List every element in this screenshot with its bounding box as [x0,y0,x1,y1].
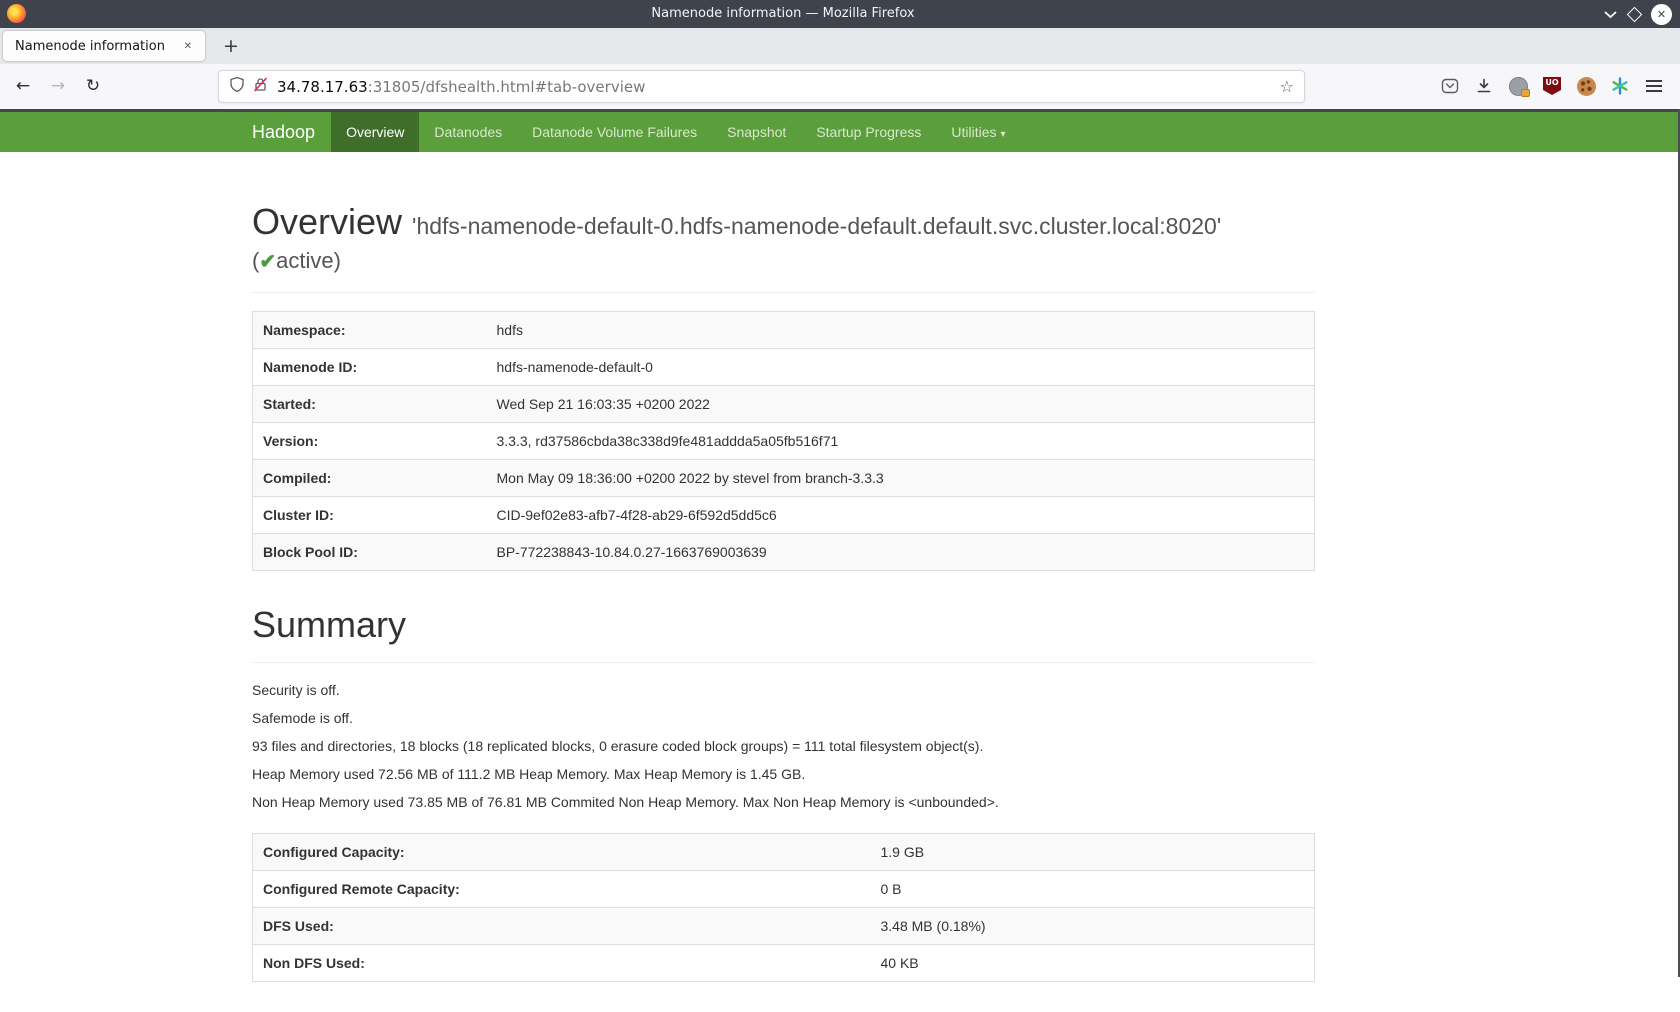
cookie-extension-icon[interactable] [1572,71,1600,101]
table-row: Namenode ID:hdfs-namenode-default-0 [253,348,1315,385]
url-text: 34.78.17.63:31805/dfshealth.html#tab-ove… [277,78,1280,96]
nav-tab-utilities[interactable]: Utilities▾ [936,112,1020,152]
summary-line: Security is off. [252,681,1315,699]
table-row: Cluster ID:CID-9ef02e83-afb7-4f28-ab29-6… [253,496,1315,533]
new-tab-button[interactable]: + [215,35,247,57]
table-row: Non DFS Used:40 KB [253,945,1315,982]
window-title: Namenode information — Mozilla Firefox [0,0,1566,28]
window-titlebar: Namenode information — Mozilla Firefox ✕ [0,0,1680,28]
nav-tab-startup-progress[interactable]: Startup Progress [801,112,936,152]
insecure-lock-icon[interactable] [253,76,268,97]
page-title: Overview 'hdfs-namenode-default-0.hdfs-n… [252,202,1315,242]
lock-badge-icon [1521,89,1530,97]
summary-text: Security is off. Safemode is off. 93 fil… [252,681,1315,811]
forward-button[interactable]: → [43,71,73,101]
table-row: Started:Wed Sep 21 16:03:35 +0200 2022 [253,385,1315,422]
tab-strip: Namenode information ✕ + [0,28,1680,64]
url-bar[interactable]: 34.78.17.63:31805/dfshealth.html#tab-ove… [218,70,1305,103]
nav-tab-snapshot[interactable]: Snapshot [712,112,801,152]
table-row: Configured Capacity:1.9 GB [253,834,1315,871]
asterisk-extension-icon[interactable] [1606,71,1634,101]
browser-window: Namenode information — Mozilla Firefox ✕… [0,0,1680,1012]
url-path: :31805/dfshealth.html#tab-overview [368,78,646,96]
check-icon: ✔ [259,251,276,273]
hadoop-navbar: Hadoop Overview Datanodes Datanode Volum… [0,109,1680,152]
chevron-down-icon: ▾ [1001,129,1006,140]
namenode-address: 'hdfs-namenode-default-0.hdfs-namenode-d… [412,213,1221,239]
namenode-status: (✔active) [252,248,1315,274]
table-row: Configured Remote Capacity:0 B [253,871,1315,908]
hadoop-brand[interactable]: Hadoop [252,112,315,152]
summary-line: Heap Memory used 72.56 MB of 111.2 MB He… [252,765,1315,783]
table-row: Compiled:Mon May 09 18:36:00 +0200 2022 … [253,459,1315,496]
namenode-info-table: Namespace:hdfs Namenode ID:hdfs-namenode… [252,311,1315,571]
nav-tab-overview[interactable]: Overview [331,112,419,152]
url-host: 34.78.17.63 [277,78,368,96]
back-button[interactable]: ← [8,71,38,101]
reload-button[interactable]: ↻ [78,71,108,101]
bookmark-star-icon[interactable]: ☆ [1280,77,1294,96]
tab-label: Namenode information [15,39,179,54]
table-row: Version:3.3.3, rd37586cbda38c338d9fe481a… [253,422,1315,459]
divider [252,292,1315,293]
summary-line: Safemode is off. [252,709,1315,727]
table-row: DFS Used:3.48 MB (0.18%) [253,908,1315,945]
ublock-origin-icon[interactable]: UO [1538,71,1566,101]
shield-icon[interactable] [229,76,245,97]
nav-tab-datanode-volume-failures[interactable]: Datanode Volume Failures [517,112,712,152]
table-row: Namespace:hdfs [253,311,1315,348]
pocket-icon[interactable] [1436,71,1464,101]
window-close-button[interactable]: ✕ [1651,4,1672,25]
summary-title: Summary [252,605,1315,645]
privacy-extension-icon[interactable] [1504,71,1532,101]
menu-icon[interactable] [1640,71,1668,101]
table-row: Block Pool ID:BP-772238843-10.84.0.27-16… [253,533,1315,570]
tab-namenode-information[interactable]: Namenode information ✕ [3,31,205,61]
download-icon[interactable] [1470,71,1498,101]
page-viewport: Hadoop Overview Datanodes Datanode Volum… [0,109,1680,977]
summary-line: 93 files and directories, 18 blocks (18 … [252,737,1315,755]
window-maximize-button[interactable] [1627,6,1643,22]
nav-tab-datanodes[interactable]: Datanodes [419,112,517,152]
tab-close-icon[interactable]: ✕ [179,38,197,55]
summary-line: Non Heap Memory used 73.85 MB of 76.81 M… [252,793,1315,811]
divider [252,662,1315,663]
browser-toolbar: ← → ↻ 34.78.17.63:31805/dfshealth.html#t… [0,64,1680,109]
capacity-table: Configured Capacity:1.9 GB Configured Re… [252,833,1315,982]
window-minimize-button[interactable] [1603,10,1618,19]
